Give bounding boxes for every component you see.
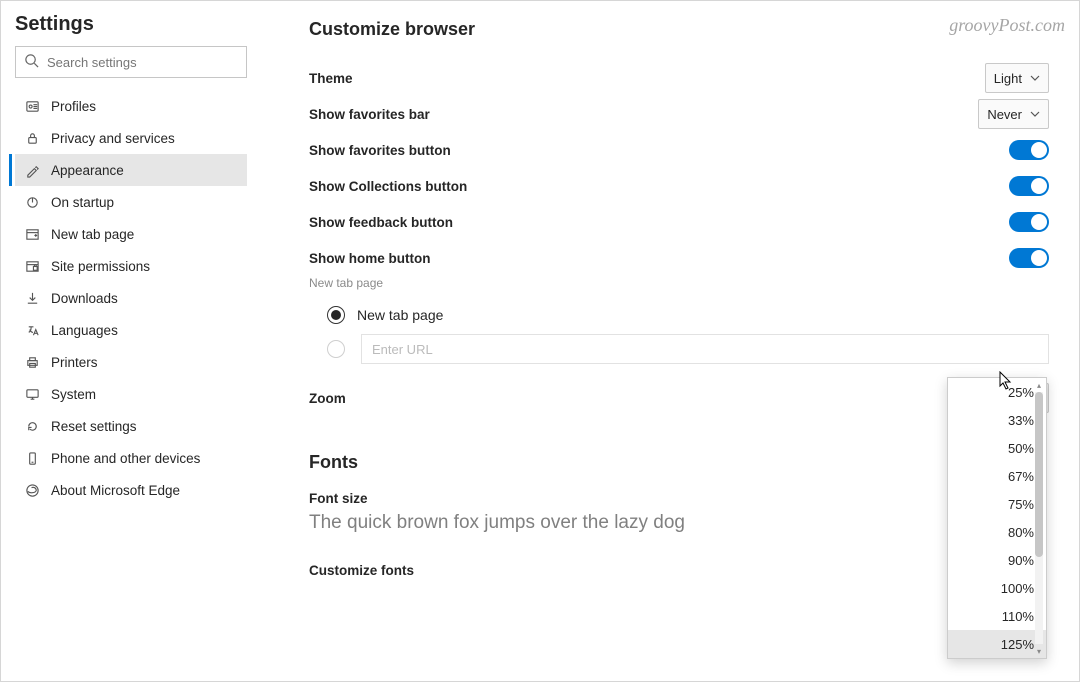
sidebar-nav: Profiles Privacy and services Appearance On… — [15, 90, 247, 506]
sidebar-item-label: Downloads — [51, 291, 118, 306]
sidebar: Settings Profiles Privacy and services App… — [1, 1, 261, 681]
sidebar-item-label: Site permissions — [51, 259, 150, 274]
sidebar-item-about-microsoft-edge[interactable]: About Microsoft Edge — [15, 474, 247, 506]
customize-fonts-row[interactable]: Customize fonts — [309, 552, 1049, 588]
sidebar-item-downloads[interactable]: Downloads — [15, 282, 247, 314]
toggle-label: Show favorites button — [309, 143, 451, 158]
new-tab-icon — [23, 225, 41, 243]
printer-icon — [23, 353, 41, 371]
power-icon — [23, 193, 41, 211]
home-url-input[interactable]: Enter URL — [361, 334, 1049, 364]
font-preview-text: The quick brown fox jumps over the lazy … — [309, 512, 1049, 534]
favorites-bar-value: Never — [987, 107, 1022, 122]
zoom-dropdown[interactable]: 25%33%50%67%75%80%90%100%110%125% ▴ ▾ — [947, 377, 1047, 659]
home-button-label: Show home button — [309, 251, 430, 266]
sidebar-item-label: Profiles — [51, 99, 96, 114]
toggle-row-show-feedback-button: Show feedback button — [309, 204, 1049, 240]
zoom-option[interactable]: 80% — [948, 518, 1046, 546]
sidebar-item-label: System — [51, 387, 96, 402]
home-button-row: Show home button — [309, 240, 1049, 276]
sidebar-item-label: Privacy and services — [51, 131, 175, 146]
sidebar-item-label: New tab page — [51, 227, 134, 242]
home-button-radio-group: New tab page Enter URL — [327, 298, 1049, 366]
scrollbar-thumb[interactable] — [1035, 392, 1043, 557]
search-input[interactable] — [47, 55, 238, 70]
sidebar-item-reset-settings[interactable]: Reset settings — [15, 410, 247, 442]
search-icon — [24, 53, 39, 71]
search-settings[interactable] — [15, 46, 247, 78]
toggle-label: Show Collections button — [309, 179, 467, 194]
customize-browser-title: Customize browser — [309, 19, 1049, 40]
radio-new-tab-label: New tab page — [357, 307, 443, 323]
dropdown-scrollbar[interactable]: ▴ ▾ — [1034, 380, 1044, 656]
sidebar-item-site-permissions[interactable]: Site permissions — [15, 250, 247, 282]
zoom-label: Zoom — [309, 391, 346, 406]
theme-value: Light — [994, 71, 1022, 86]
zoom-option[interactable]: 75% — [948, 490, 1046, 518]
theme-row: Theme Light — [309, 60, 1049, 96]
zoom-option[interactable]: 33% — [948, 406, 1046, 434]
languages-icon — [23, 321, 41, 339]
sidebar-item-system[interactable]: System — [15, 378, 247, 410]
toggle-row-show-favorites-button: Show favorites button — [309, 132, 1049, 168]
zoom-option[interactable]: 25% — [948, 378, 1046, 406]
theme-select[interactable]: Light — [985, 63, 1049, 93]
sidebar-item-appearance[interactable]: Appearance — [15, 154, 247, 186]
toggle-switch[interactable] — [1009, 212, 1049, 232]
zoom-option[interactable]: 67% — [948, 462, 1046, 490]
sidebar-item-on-startup[interactable]: On startup — [15, 186, 247, 218]
zoom-row: Zoom 125% — [309, 380, 1049, 416]
sidebar-item-label: Phone and other devices — [51, 451, 200, 466]
download-icon — [23, 289, 41, 307]
sidebar-item-label: On startup — [51, 195, 114, 210]
toggle-row-show-collections-button: Show Collections button — [309, 168, 1049, 204]
zoom-option[interactable]: 100% — [948, 574, 1046, 602]
toggle-label: Show feedback button — [309, 215, 453, 230]
sidebar-item-label: Languages — [51, 323, 118, 338]
lock-icon — [23, 129, 41, 147]
sidebar-item-privacy-and-services[interactable]: Privacy and services — [15, 122, 247, 154]
reset-icon — [23, 417, 41, 435]
radio-new-tab-row[interactable]: New tab page — [327, 298, 1049, 332]
scroll-up-arrow[interactable]: ▴ — [1034, 380, 1044, 390]
favorites-bar-row: Show favorites bar Never — [309, 96, 1049, 132]
toggle-switch[interactable] — [1009, 176, 1049, 196]
home-button-toggle[interactable] — [1009, 248, 1049, 268]
system-icon — [23, 385, 41, 403]
fonts-title: Fonts — [309, 452, 1049, 473]
zoom-option[interactable]: 125% — [948, 630, 1046, 658]
sidebar-item-phone-and-other-devices[interactable]: Phone and other devices — [15, 442, 247, 474]
radio-url-row[interactable]: Enter URL — [327, 332, 1049, 366]
appearance-icon — [23, 161, 41, 179]
sidebar-item-printers[interactable]: Printers — [15, 346, 247, 378]
scroll-down-arrow[interactable]: ▾ — [1034, 646, 1044, 656]
sidebar-item-label: Printers — [51, 355, 98, 370]
sidebar-item-languages[interactable]: Languages — [15, 314, 247, 346]
font-size-label: Font size — [309, 491, 1049, 506]
sidebar-item-profiles[interactable]: Profiles — [15, 90, 247, 122]
chevron-down-icon — [1030, 73, 1040, 83]
permissions-icon — [23, 257, 41, 275]
sidebar-item-new-tab-page[interactable]: New tab page — [15, 218, 247, 250]
favorites-bar-select[interactable]: Never — [978, 99, 1049, 129]
chevron-down-icon — [1030, 109, 1040, 119]
sidebar-item-label: Appearance — [51, 163, 124, 178]
zoom-option[interactable]: 50% — [948, 434, 1046, 462]
phone-icon — [23, 449, 41, 467]
radio-url[interactable] — [327, 340, 345, 358]
zoom-option[interactable]: 110% — [948, 602, 1046, 630]
radio-new-tab[interactable] — [327, 306, 345, 324]
favorites-bar-label: Show favorites bar — [309, 107, 430, 122]
theme-label: Theme — [309, 71, 353, 86]
sidebar-item-label: Reset settings — [51, 419, 137, 434]
profile-icon — [23, 97, 41, 115]
toggle-switch[interactable] — [1009, 140, 1049, 160]
settings-title: Settings — [15, 13, 247, 36]
home-button-sublabel: New tab page — [309, 276, 1049, 290]
sidebar-item-label: About Microsoft Edge — [51, 483, 180, 498]
edge-icon — [23, 481, 41, 499]
customize-fonts-label: Customize fonts — [309, 563, 414, 578]
zoom-option[interactable]: 90% — [948, 546, 1046, 574]
